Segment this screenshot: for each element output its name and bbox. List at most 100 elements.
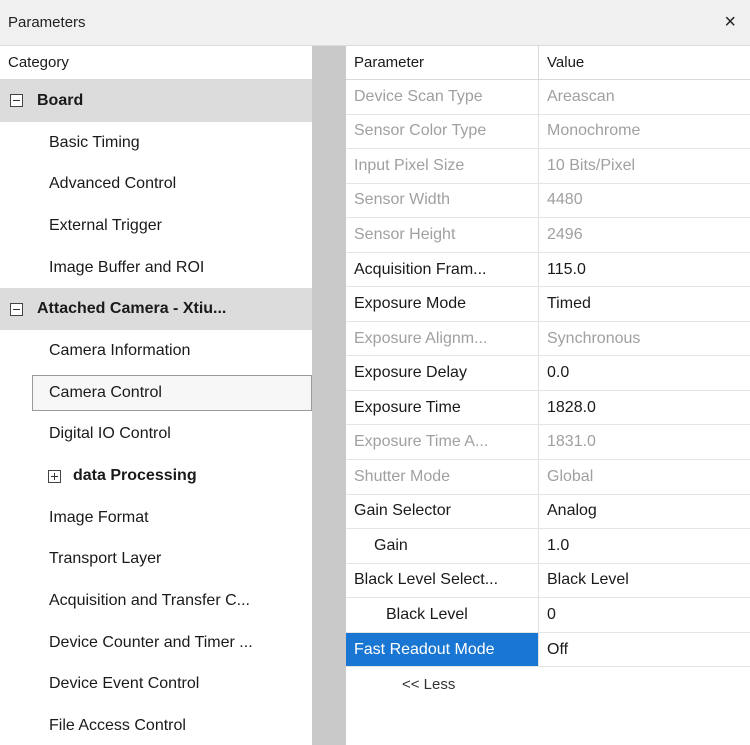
parameter-row[interactable]: Sensor Height 2496 <box>346 218 750 253</box>
category-label: Camera Control <box>49 383 162 401</box>
parameter-name[interactable]: Black Level <box>346 598 539 632</box>
parameter-value[interactable]: 0.0 <box>539 356 750 390</box>
category-label: Camera Information <box>49 341 191 359</box>
parameter-row[interactable]: Exposure Time A... 1831.0 <box>346 425 750 461</box>
parameter-row[interactable]: Gain 1.0 <box>346 529 750 564</box>
parameter-value: Synchronous <box>547 329 641 347</box>
parameter-name[interactable]: Exposure Time <box>346 390 539 425</box>
category-label: Image Buffer and ROI <box>49 258 205 276</box>
category-label: File Access Control <box>49 717 186 735</box>
parameter-value: 2496 <box>547 225 583 243</box>
parameter-row[interactable]: Device Scan Type Areascan <box>346 80 750 115</box>
window-title: Parameters <box>8 14 86 31</box>
category-label: External Trigger <box>49 216 162 234</box>
parameter-name[interactable]: Gain Selector <box>346 494 539 529</box>
category-list: Board Basic Timing Advanced Control Externa… <box>0 80 312 745</box>
parameter-value: Global <box>547 467 594 485</box>
parameter-row[interactable]: Exposure Alignm... Synchronous <box>346 321 750 357</box>
category-item[interactable]: Image Buffer and ROI <box>0 247 312 289</box>
category-label: Digital IO Control <box>49 425 171 443</box>
category-item[interactable]: data Processing <box>0 455 312 497</box>
parameter-name[interactable]: Sensor Width <box>346 183 539 218</box>
parameter-value: Areascan <box>547 87 615 105</box>
category-label: Attached Camera - Xtiu... <box>37 300 227 318</box>
less-row: << Less <box>346 667 750 701</box>
parameter-value[interactable]: 1.0 <box>539 529 750 563</box>
collapse-minus-icon[interactable] <box>10 94 23 108</box>
parameter-row[interactable]: Sensor Width 4480 <box>346 183 750 219</box>
parameter-name[interactable]: Gain <box>346 529 539 563</box>
category-label: Device Event Control <box>49 675 200 693</box>
parameter-value: 1831.0 <box>547 433 596 451</box>
category-item[interactable]: Digital IO Control <box>0 414 312 456</box>
parameter-row[interactable]: Sensor Color Type Monochrome <box>346 114 750 150</box>
category-label: Device Counter and Timer ... <box>49 633 253 651</box>
parameter-name[interactable]: Exposure Delay <box>346 356 539 390</box>
category-item[interactable]: Image Format <box>0 497 312 539</box>
parameter-row[interactable]: Black Level Select... Black Level <box>346 563 750 599</box>
parameter-value[interactable]: Black Level <box>539 564 750 598</box>
category-item[interactable]: Transport Layer <box>0 539 312 581</box>
category-header: Category <box>0 46 312 80</box>
category-label: data Processing <box>73 467 197 485</box>
parameter-name[interactable]: Input Pixel Size <box>346 149 539 183</box>
category-label: Acquisition and Transfer C... <box>49 592 250 610</box>
parameter-row[interactable]: Fast Readout Mode Off <box>346 632 750 668</box>
parameter-name[interactable]: Device Scan Type <box>346 80 539 114</box>
parameter-grid-header: Parameter Value <box>346 46 750 80</box>
less-button[interactable]: << Less <box>346 676 455 693</box>
parameter-column-header[interactable]: Parameter <box>346 46 539 79</box>
parameter-name[interactable]: Shutter Mode <box>346 460 539 494</box>
parameter-row[interactable]: Acquisition Fram... 115.0 <box>346 252 750 288</box>
category-label: Basic Timing <box>49 133 140 151</box>
category-item[interactable]: Device Event Control <box>0 664 312 706</box>
parameter-row[interactable]: Exposure Time 1828.0 <box>346 390 750 426</box>
parameter-rows: Device Scan Type Areascan Sensor Color Typ… <box>346 80 750 701</box>
value-column-header[interactable]: Value <box>539 46 750 79</box>
parameter-row[interactable]: Shutter Mode Global <box>346 460 750 495</box>
parameter-value[interactable]: Timed <box>539 287 750 321</box>
parameter-value[interactable]: Analog <box>539 495 750 529</box>
parameter-value[interactable]: 115.0 <box>539 253 750 287</box>
parameter-name[interactable]: Sensor Height <box>346 218 539 252</box>
category-label: Board <box>37 91 84 109</box>
category-item[interactable]: Camera Information <box>0 330 312 372</box>
parameter-name[interactable]: Exposure Mode <box>346 287 539 321</box>
category-item[interactable]: External Trigger <box>0 205 312 247</box>
close-icon[interactable]: × <box>724 11 736 33</box>
category-item[interactable]: Advanced Control <box>0 163 312 205</box>
parameter-value[interactable]: 0 <box>539 598 750 632</box>
parameter-value: Monochrome <box>547 122 641 140</box>
parameter-row[interactable]: Gain Selector Analog <box>346 494 750 530</box>
parameter-row[interactable]: Input Pixel Size 10 Bits/Pixel <box>346 149 750 184</box>
title-bar: Parameters × <box>0 0 750 46</box>
category-label: Advanced Control <box>49 175 177 193</box>
parameter-name[interactable]: Black Level Select... <box>346 563 539 598</box>
parameter-value: 4480 <box>547 191 583 209</box>
category-group[interactable]: Board <box>0 80 312 122</box>
parameter-row[interactable]: Exposure Mode Timed <box>346 287 750 322</box>
parameter-value: 10 Bits/Pixel <box>547 156 636 174</box>
category-label: Image Format <box>49 508 149 526</box>
parameter-name[interactable]: Exposure Alignm... <box>346 321 539 356</box>
parameter-name[interactable]: Sensor Color Type <box>346 114 539 149</box>
category-item[interactable]: Camera Control <box>0 372 312 414</box>
category-label: Transport Layer <box>49 550 162 568</box>
parameter-panel: Parameter Value Device Scan Type Areascan… <box>313 46 750 745</box>
parameter-name[interactable]: Acquisition Fram... <box>346 252 539 287</box>
parameter-value[interactable]: Off <box>539 633 750 667</box>
parameter-row[interactable]: Black Level 0 <box>346 598 750 633</box>
expand-plus-icon[interactable] <box>48 469 61 483</box>
parameter-row[interactable]: Exposure Delay 0.0 <box>346 356 750 391</box>
collapse-minus-icon[interactable] <box>10 302 23 316</box>
category-panel: Category Board Basic Timing Advanced Contr… <box>0 46 313 745</box>
category-item[interactable]: Device Counter and Timer ... <box>0 622 312 664</box>
parameter-value[interactable]: 1828.0 <box>539 391 750 425</box>
row-gutter <box>313 46 346 745</box>
parameter-name[interactable]: Fast Readout Mode <box>346 632 539 667</box>
parameter-name[interactable]: Exposure Time A... <box>346 425 539 460</box>
category-item[interactable]: Basic Timing <box>0 122 312 164</box>
category-item[interactable]: File Access Control <box>0 705 312 745</box>
category-item[interactable]: Acquisition and Transfer C... <box>0 580 312 622</box>
category-group[interactable]: Attached Camera - Xtiu... <box>0 288 312 331</box>
